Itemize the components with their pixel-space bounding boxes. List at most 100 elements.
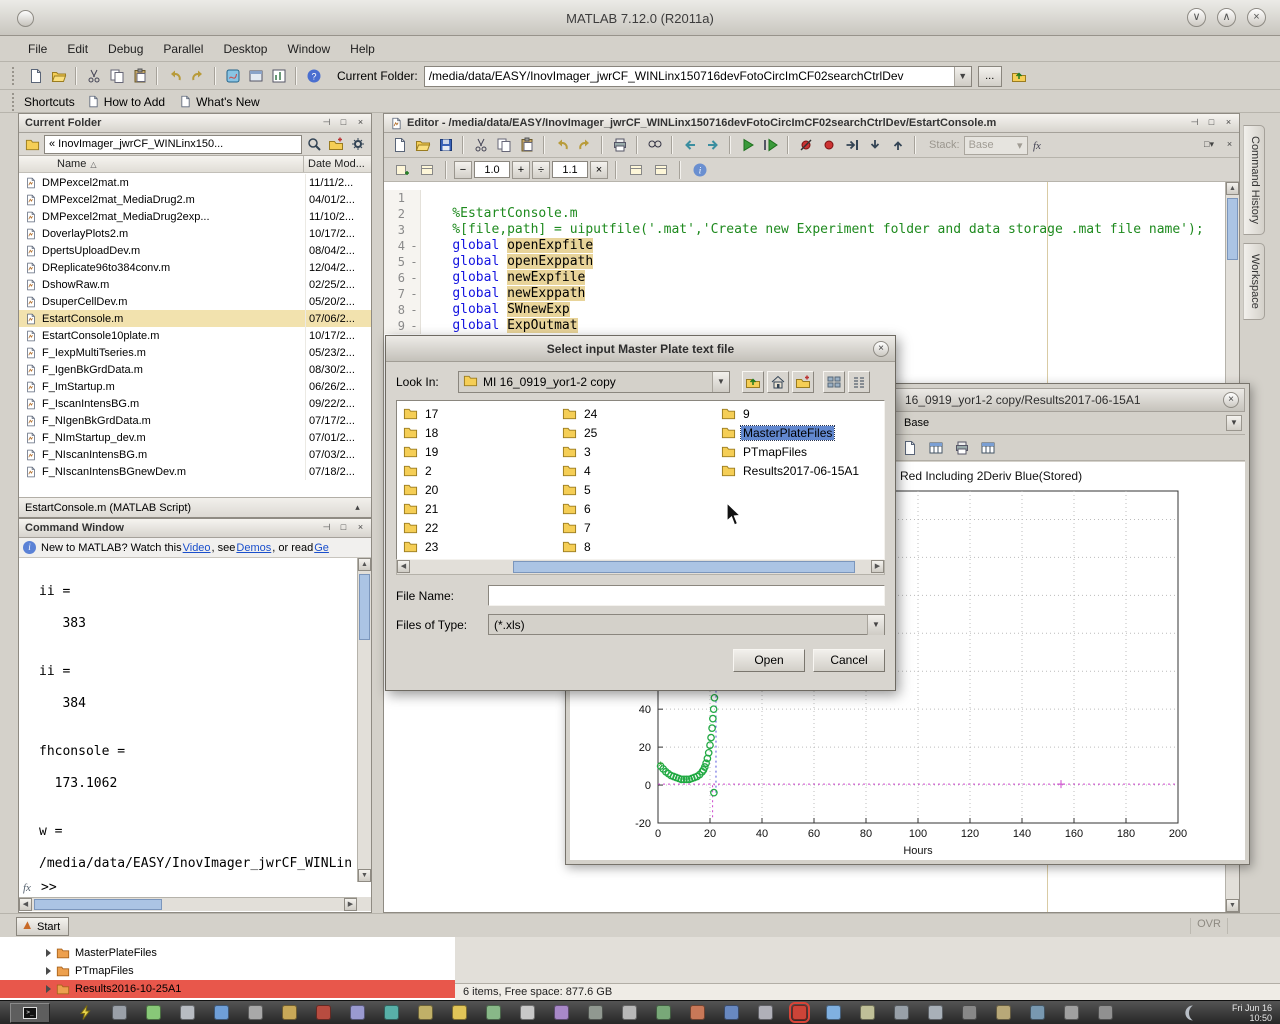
open-button[interactable]: Open [733,649,805,672]
open-folder-button[interactable] [411,134,434,156]
fx-icon[interactable]: fx [23,882,31,894]
step-out-button[interactable] [886,134,909,156]
chevron-down-icon[interactable]: ▼ [1226,415,1242,431]
up-folder-button[interactable] [742,371,764,393]
taskbar-app-icon[interactable] [622,1005,637,1020]
expander-icon[interactable] [46,967,51,975]
file-row[interactable]: F_NIscanIntensBGnewDev.m07/18/2... [19,463,371,480]
file-row[interactable]: F_NIgenBkGrdData.m07/17/2... [19,412,371,429]
dialog-folder-item[interactable]: 8 [562,537,715,556]
taskbar-app-icon[interactable] [112,1005,127,1020]
tree-item[interactable]: PTmapFiles [0,962,455,980]
profiler-button[interactable] [267,65,290,87]
scroll-left-button[interactable]: ◀ [19,898,32,911]
command-window-dock-button[interactable]: ⊣ [319,521,334,535]
new-folder-button[interactable] [792,371,814,393]
menu-desktop[interactable]: Desktop [213,39,277,59]
lightning-icon[interactable] [78,1004,94,1024]
search-button[interactable] [304,134,324,154]
command-window-maximize-button[interactable]: □ [336,521,351,535]
file-row[interactable]: DMPexcel2mat_MediaDrug2exp...11/10/2... [19,208,371,225]
undo-button[interactable] [163,65,186,87]
expander-icon[interactable] [46,985,51,993]
dialog-folder-item[interactable]: 5 [562,480,715,499]
current-folder-maximize-button[interactable]: □ [336,116,351,130]
bp-set-button[interactable] [817,134,840,156]
taskbar-app-icon[interactable] [214,1005,229,1020]
cell-value-field[interactable]: 1.0 [474,161,510,178]
look-in-combo[interactable]: MI 16_0919_yor1-2 copy ▼ [458,371,730,393]
cell-button[interactable] [624,159,647,181]
file-row[interactable]: F_NImStartup_dev.m07/01/2... [19,429,371,446]
new-folder-button[interactable] [326,134,346,154]
close-icon[interactable]: × [1223,392,1239,408]
scrollbar-thumb[interactable] [513,561,855,573]
cell-multiplier-field[interactable]: 1.1 [552,161,588,178]
help-button[interactable]: ? [302,65,325,87]
menu-debug[interactable]: Debug [98,39,153,59]
open-folder-button[interactable] [47,65,70,87]
menu-window[interactable]: Window [277,39,340,59]
new-doc-button[interactable] [900,438,920,458]
file-row[interactable]: DsuperCellDev.m05/20/2... [19,293,371,310]
taskbar-app-icon[interactable] [248,1005,263,1020]
taskbar-app-icon[interactable] [894,1005,909,1020]
scrollbar-thumb[interactable] [34,899,162,910]
file-row[interactable]: DshowRaw.m02/25/2... [19,276,371,293]
chevron-down-icon[interactable]: ▼ [954,67,971,86]
video-link[interactable]: Video [183,542,211,554]
taskbar-app-icon[interactable] [180,1005,195,1020]
taskbar-app-icon[interactable] [520,1005,535,1020]
dialog-folder-item[interactable]: MasterPlateFiles [721,423,874,442]
copy-button[interactable] [105,65,128,87]
cell-increase-button[interactable]: + [512,161,530,179]
dialog-folder-item[interactable]: 4 [562,461,715,480]
menu-edit[interactable]: Edit [57,39,98,59]
taskbar-app-icon[interactable] [146,1005,161,1020]
editor-close-button[interactable]: × [1221,116,1236,130]
taskbar-app-icon[interactable] [1030,1005,1045,1020]
tree-item[interactable]: MasterPlateFiles [0,944,455,962]
current-folder-close-button[interactable]: × [353,116,368,130]
cut-button[interactable] [469,134,492,156]
step-in-button[interactable] [863,134,886,156]
getting-started-link[interactable]: Ge [314,542,329,554]
dialog-folder-item[interactable]: 21 [403,499,556,518]
command-output[interactable]: ii = 383 ii = 384 fhconsole = 173.1062 w… [19,558,357,882]
taskbar-app-icon[interactable] [724,1005,739,1020]
home-button[interactable] [767,371,789,393]
cell-button[interactable] [649,159,672,181]
breadcrumb[interactable]: « InovImager_jwrCF_WINLinx150... [44,135,302,154]
menu-parallel[interactable]: Parallel [153,39,213,59]
taskbar-app-icon[interactable] [928,1005,943,1020]
maximize-button[interactable]: ∧ [1217,8,1236,27]
cut-button[interactable] [82,65,105,87]
stack-combo[interactable]: Base▾ [964,136,1028,155]
dialog-folder-item[interactable]: 9 [721,404,874,423]
taskbar-app-icon[interactable] [588,1005,603,1020]
table-button[interactable] [926,438,946,458]
menu-file[interactable]: File [18,39,57,59]
taskbar-app-icon[interactable] [350,1005,365,1020]
file-list-column-headers[interactable]: Name△ Date Mod... [19,156,371,173]
file-name-input[interactable] [488,585,885,606]
dialog-folder-item[interactable]: 18 [403,423,556,442]
paste-button[interactable] [515,134,538,156]
taskbar-active-terminal-button[interactable]: >_ [10,1003,50,1023]
scroll-right-button[interactable]: ▶ [871,560,884,573]
cell-decrease-button[interactable]: − [454,161,472,179]
file-row[interactable]: DMPexcel2mat.m11/11/2... [19,174,371,191]
file-row[interactable]: EstartConsole.m07/06/2... [19,310,371,327]
scrollbar-thumb[interactable] [1227,198,1238,260]
taskbar-app-icon[interactable] [690,1005,705,1020]
scrollbar-thumb[interactable] [359,574,370,640]
dialog-folder-item[interactable]: 20 [403,480,556,499]
step-button[interactable] [840,134,863,156]
taskbar-app-icon[interactable] [1064,1005,1079,1020]
file-row[interactable]: F_IscanIntensBG.m09/22/2... [19,395,371,412]
dialog-folder-item[interactable]: 6 [562,499,715,518]
file-row[interactable]: F_ImStartup.m06/26/2... [19,378,371,395]
print-button[interactable] [952,438,972,458]
dialog-titlebar[interactable]: Select input Master Plate text file × [386,336,895,362]
close-button[interactable]: × [1247,8,1266,27]
